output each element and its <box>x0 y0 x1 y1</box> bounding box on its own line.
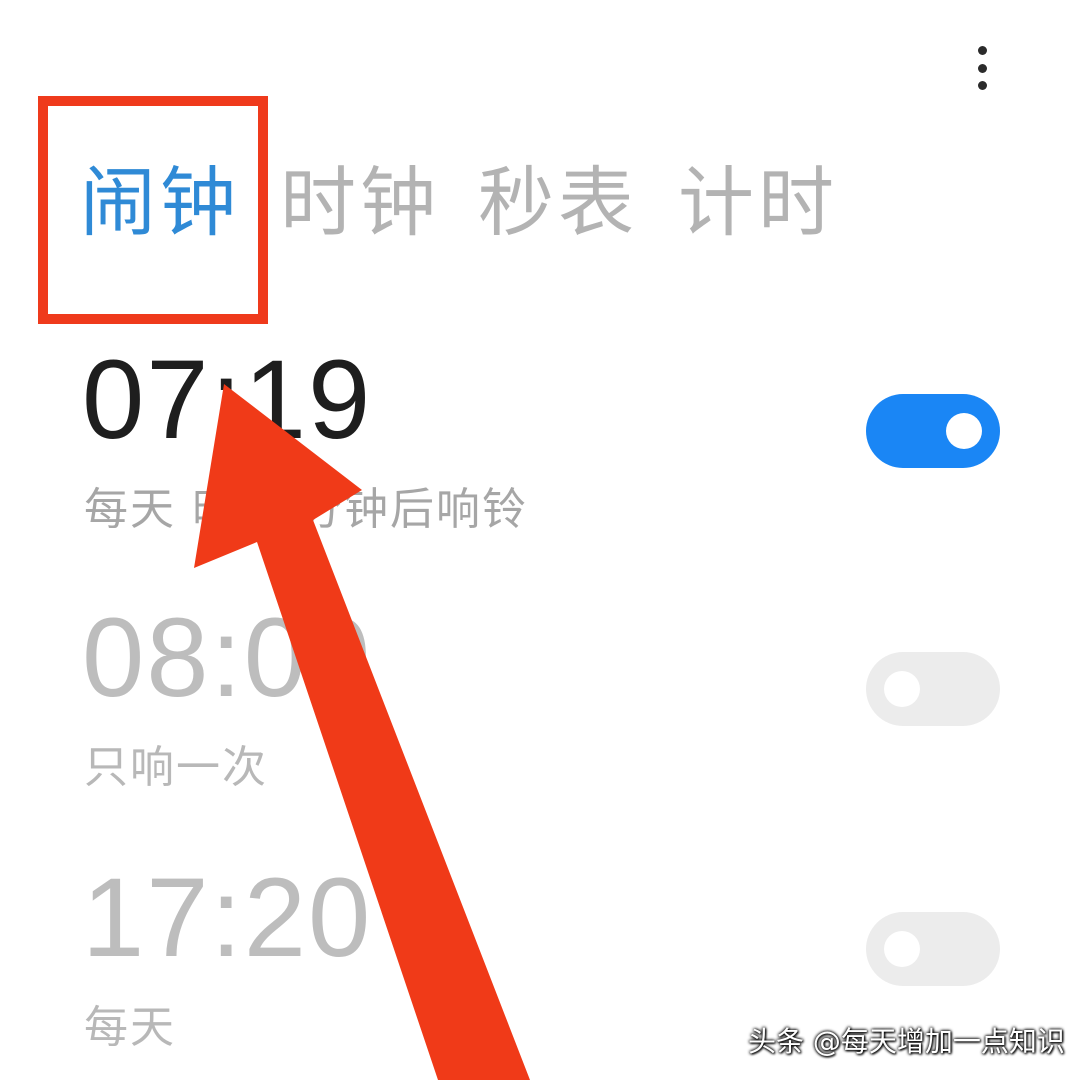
tab-timer[interactable]: 计时 <box>678 158 838 248</box>
tab-bar: 闹钟 时钟 秒表 计时 <box>0 0 1080 300</box>
alarm-item[interactable]: 08:00 只响一次 <box>0 598 1080 828</box>
alarm-item[interactable]: 07:19 每天 时37分钟后响铃 <box>0 340 1080 570</box>
alarm-toggle[interactable] <box>866 652 1000 726</box>
alarm-time: 17:20 <box>82 855 373 980</box>
tab-clock[interactable]: 时钟 <box>280 158 440 248</box>
alarm-time: 07:19 <box>82 337 373 462</box>
tab-stopwatch[interactable]: 秒表 <box>478 158 638 248</box>
toggle-knob <box>884 671 920 707</box>
alarm-toggle[interactable] <box>866 394 1000 468</box>
toggle-knob <box>946 413 982 449</box>
tab-alarm[interactable]: 闹钟 <box>80 158 240 248</box>
alarm-toggle[interactable] <box>866 912 1000 986</box>
alarm-repeat: 只响一次 <box>84 742 268 793</box>
toggle-knob <box>884 931 920 967</box>
clock-app-screen: 闹钟 时钟 秒表 计时 07:19 每天 时37分钟后响铃 08:00 只响一次… <box>0 0 1080 1080</box>
watermark: 头条 @每天增加一点知识 <box>748 1025 1065 1058</box>
alarm-time: 08:00 <box>82 595 373 720</box>
alarm-repeat: 每天 时37分钟后响铃 <box>84 484 528 535</box>
alarm-repeat: 每天 <box>84 1002 176 1053</box>
